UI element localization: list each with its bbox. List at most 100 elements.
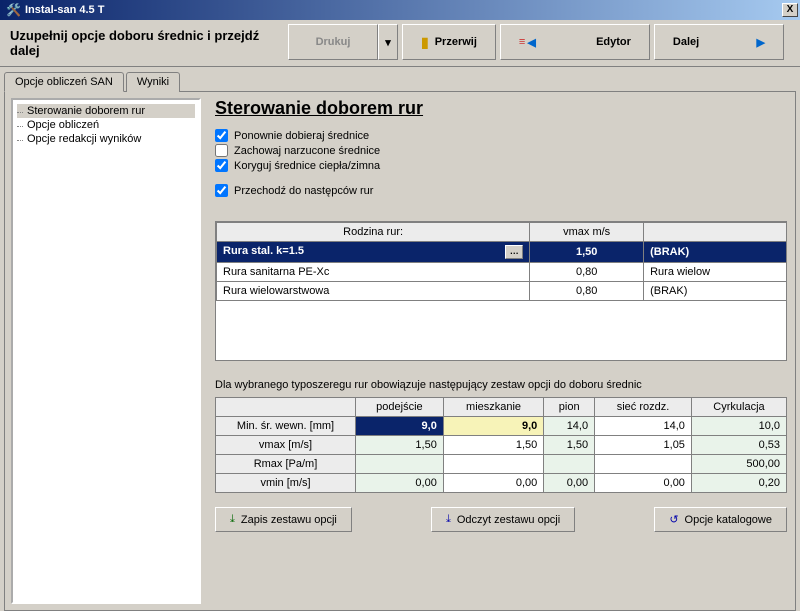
pipe-vmax: 0,80	[530, 263, 644, 282]
cell[interactable]: 1,05	[595, 436, 692, 455]
save-options-button[interactable]: ⤓ Zapis zestawu opcji	[215, 507, 352, 532]
tree-label: Opcje obliczeń	[27, 119, 99, 131]
main-content: Sterowanie doborem rur Ponownie dobieraj…	[207, 92, 795, 610]
bottom-button-row: ⤓ Zapis zestawu opcji ⤓ Odczyt zestawu o…	[215, 507, 787, 532]
top-toolbar: Uzupełnij opcje doboru średnic i przejdź…	[0, 20, 800, 67]
chk-label: Przechodź do następców rur	[234, 185, 373, 197]
cell[interactable]: 1,50	[443, 436, 543, 455]
cell[interactable]: 500,00	[691, 455, 786, 474]
chk-koryguj[interactable]: Koryguj średnice ciepła/zimna	[215, 159, 787, 172]
stop-icon: ▮	[421, 34, 429, 51]
col-mieszkanie: mieszkanie	[443, 398, 543, 417]
print-dropdown[interactable]: ▾	[378, 24, 398, 60]
chk-label: Zachowaj narzucone średnice	[234, 145, 380, 157]
editor-button[interactable]: ≡ ◀ Edytor	[500, 24, 650, 60]
chk-zachowaj[interactable]: Zachowaj narzucone średnice	[215, 144, 787, 157]
arrow-right-icon: ▶	[756, 36, 764, 49]
wizard-instruction: Uzupełnij opcje doboru średnic i przejdź…	[4, 24, 284, 62]
cell[interactable]: 10,0	[691, 417, 786, 436]
tab-wyniki[interactable]: Wyniki	[126, 72, 180, 92]
cell[interactable]: 0,00	[595, 474, 692, 493]
pipe-next: Rura wielow	[644, 263, 786, 282]
table-row[interactable]: vmax [m/s] 1,50 1,50 1,50 1,05 0,53	[216, 436, 787, 455]
break-label: Przerwij	[435, 36, 477, 48]
col-podejscie: podejście	[356, 398, 444, 417]
row-label: Rmax [Pa/m]	[216, 455, 356, 474]
cell[interactable]: 1,50	[356, 436, 444, 455]
chk-przechodz[interactable]: Przechodź do następców rur	[215, 184, 787, 197]
load-icon: ⤓	[446, 513, 451, 526]
col-vmax: vmax m/s	[530, 223, 644, 242]
col-next	[644, 223, 786, 242]
table-row[interactable]: Rura stal. k=1.5 … 1,50 (BRAK)	[217, 242, 787, 263]
pipe-name: Rura stal. k=1.5 …	[217, 242, 530, 263]
arrow-left-icon: ◀	[527, 36, 535, 49]
ellipsis-button[interactable]: …	[505, 245, 523, 259]
row-label: Min. śr. wewn. [mm]	[216, 417, 356, 436]
tabstrip: Opcje obliczeń SAN Wyniki	[0, 67, 800, 91]
cell[interactable]: 0,00	[443, 474, 543, 493]
close-button[interactable]: X	[782, 3, 798, 17]
cell[interactable]: 0,00	[544, 474, 595, 493]
chk-zachowaj-input[interactable]	[215, 144, 228, 157]
cell[interactable]: 0,00	[356, 474, 444, 493]
table-row[interactable]: vmin [m/s] 0,00 0,00 0,00 0,00 0,20	[216, 474, 787, 493]
cell[interactable]: 14,0	[544, 417, 595, 436]
cell[interactable]: 1,50	[544, 436, 595, 455]
load-options-button[interactable]: ⤓ Odczyt zestawu opcji	[431, 507, 575, 532]
table-row[interactable]: Rura sanitarna PE-Xc 0,80 Rura wielow	[217, 263, 787, 282]
catalog-options-button[interactable]: ↺ Opcje katalogowe	[654, 507, 787, 532]
print-label: Drukuj	[316, 36, 351, 48]
tab-label: Opcje obliczeń SAN	[15, 76, 113, 88]
cell[interactable]	[356, 455, 444, 474]
next-label: Dalej	[673, 36, 699, 48]
cell[interactable]: 0,53	[691, 436, 786, 455]
tab-opcje-obliczen-san[interactable]: Opcje obliczeń SAN	[4, 72, 124, 92]
tree-label: Opcje redakcji wyników	[27, 133, 141, 145]
cell[interactable]: 9,0	[356, 417, 444, 436]
btn-label: Zapis zestawu opcji	[241, 514, 337, 526]
window-title: Instal-san 4.5 T	[25, 4, 782, 16]
table-header: Rodzina rur: vmax m/s	[217, 223, 787, 242]
chk-przechodz-input[interactable]	[215, 184, 228, 197]
cell[interactable]	[595, 455, 692, 474]
save-icon: ⤓	[230, 513, 235, 526]
pipe-vmax: 1,50	[530, 242, 644, 263]
tree-label: Sterowanie doborem rur	[27, 105, 145, 117]
pipe-family-table-wrap: Rodzina rur: vmax m/s Rura stal. k=1.5 ……	[215, 221, 787, 361]
btn-label: Opcje katalogowe	[685, 514, 772, 526]
titlebar: 🛠️ Instal-san 4.5 T X	[0, 0, 800, 20]
options-note: Dla wybranego typoszeregu rur obowiązuje…	[215, 379, 787, 391]
cell[interactable]	[443, 455, 543, 474]
tree-item-sterowanie[interactable]: Sterowanie doborem rur	[17, 104, 195, 118]
cell[interactable]: 9,0	[443, 417, 543, 436]
print-button[interactable]: Drukuj	[288, 24, 378, 60]
col-spacer	[216, 398, 356, 417]
cell[interactable]: 14,0	[595, 417, 692, 436]
cell[interactable]	[544, 455, 595, 474]
pipe-name: Rura wielowarstwowa	[217, 282, 530, 301]
app-icon: 🛠️	[6, 3, 21, 17]
row-label: vmax [m/s]	[216, 436, 356, 455]
break-button[interactable]: ▮ Przerwij	[402, 24, 496, 60]
table-row[interactable]: Rmax [Pa/m] 500,00	[216, 455, 787, 474]
tree-item-opcje-redakcji[interactable]: Opcje redakcji wyników	[17, 132, 195, 146]
chk-ponownie[interactable]: Ponownie dobieraj średnice	[215, 129, 787, 142]
options-table[interactable]: podejście mieszkanie pion sieć rozdz. Cy…	[215, 397, 787, 493]
col-siec: sieć rozdz.	[595, 398, 692, 417]
undo-icon: ↺	[669, 513, 678, 526]
pipe-family-table[interactable]: Rodzina rur: vmax m/s Rura stal. k=1.5 ……	[216, 222, 786, 301]
editor-label: Edytor	[596, 36, 631, 48]
pipe-next: (BRAK)	[644, 282, 786, 301]
table-row[interactable]: Min. śr. wewn. [mm] 9,0 9,0 14,0 14,0 10…	[216, 417, 787, 436]
sidebar-tree: Sterowanie doborem rur Opcje obliczeń Op…	[11, 98, 201, 604]
chk-ponownie-input[interactable]	[215, 129, 228, 142]
chk-koryguj-input[interactable]	[215, 159, 228, 172]
table-row[interactable]: Rura wielowarstwowa 0,80 (BRAK)	[217, 282, 787, 301]
cell[interactable]: 0,20	[691, 474, 786, 493]
pipe-vmax: 0,80	[530, 282, 644, 301]
chk-label: Ponownie dobieraj średnice	[234, 130, 369, 142]
next-button[interactable]: Dalej ▶	[654, 24, 784, 60]
tab-label: Wyniki	[137, 76, 169, 88]
tree-item-opcje-obliczen[interactable]: Opcje obliczeń	[17, 118, 195, 132]
